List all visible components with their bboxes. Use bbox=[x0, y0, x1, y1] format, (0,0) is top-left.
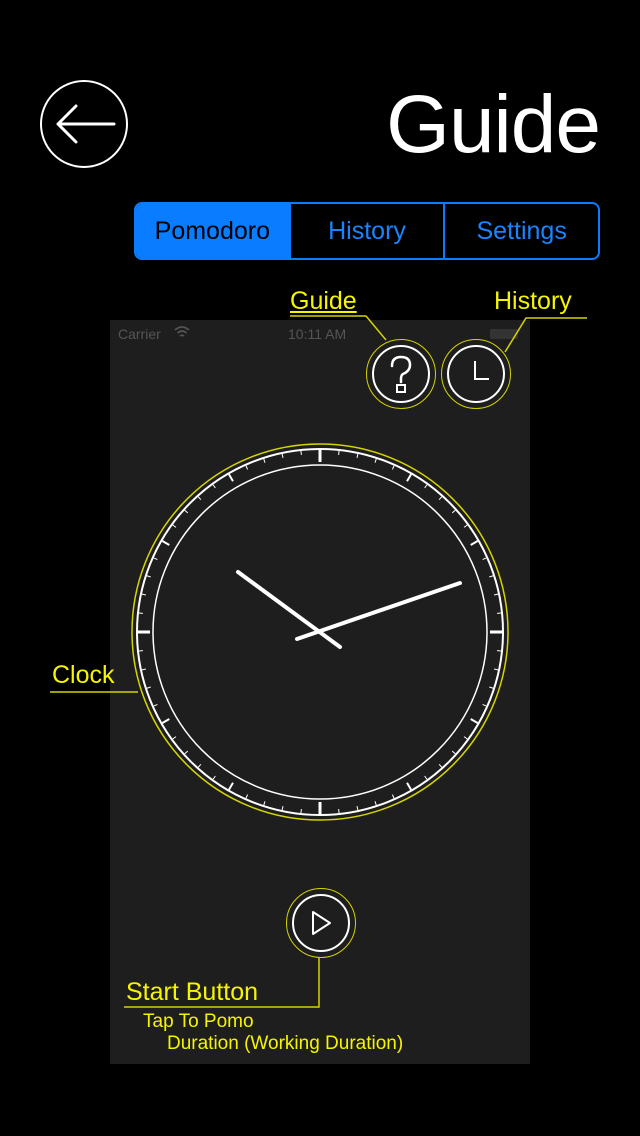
start-note-line-2: Duration (Working Duration) bbox=[167, 1033, 404, 1054]
start-note-line-1: Tap To Pomo bbox=[143, 1011, 254, 1032]
clock-annotation: Clock bbox=[52, 661, 115, 689]
annotation-lines bbox=[50, 315, 587, 1008]
start-button-annotation: Start Button bbox=[126, 978, 259, 1006]
guide-annotation: Guide bbox=[290, 287, 357, 315]
history-annotation: History bbox=[494, 287, 572, 315]
